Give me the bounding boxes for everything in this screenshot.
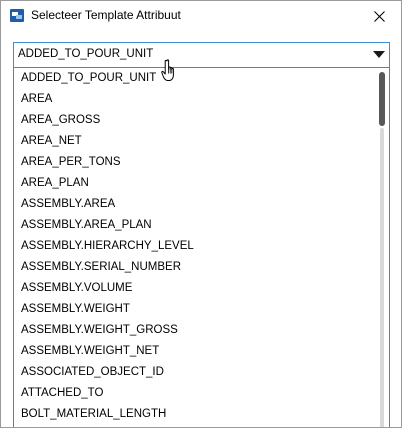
scrollbar-thumb[interactable]	[379, 72, 385, 126]
list-items-container: ADDED_TO_POUR_UNIT AREA AREA_GROSS AREA_NET…	[14, 68, 374, 425]
vertical-scrollbar[interactable]	[375, 68, 389, 427]
list-item[interactable]: ASSEMBLY.WEIGHT	[14, 299, 374, 320]
combobox-selected-value: ADDED_TO_POUR_UNIT	[18, 48, 154, 60]
list-item[interactable]: AREA_GROSS	[14, 110, 374, 131]
list-item[interactable]: ADDED_TO_POUR_UNIT	[14, 68, 374, 89]
list-item[interactable]: AREA_PER_TONS	[14, 152, 374, 173]
hand-pointer-icon	[161, 59, 174, 81]
list-item[interactable]: ASSEMBLY.AREA	[14, 194, 374, 215]
triangle-down-icon[interactable]	[373, 51, 385, 59]
close-button[interactable]	[357, 1, 401, 31]
list-item[interactable]: ASSEMBLY.WEIGHT_NET	[14, 341, 374, 362]
window-title: Selecteer Template Attribuut	[31, 8, 181, 22]
list-item[interactable]: ASSEMBLY.SERIAL_NUMBER	[14, 257, 374, 278]
list-item[interactable]: AREA	[14, 89, 374, 110]
dialog-window: Selecteer Template Attribuut ADDED_TO_PO…	[0, 0, 402, 428]
list-item[interactable]: BOLT_MATERIAL_LENGTH	[14, 404, 374, 425]
attribute-combobox[interactable]: ADDED_TO_POUR_UNIT	[13, 42, 390, 68]
list-item[interactable]: ASSEMBLY.WEIGHT_GROSS	[14, 320, 374, 341]
list-item[interactable]: ATTACHED_TO	[14, 383, 374, 404]
title-bar[interactable]: Selecteer Template Attribuut	[1, 1, 401, 32]
list-item[interactable]: ASSEMBLY.HIERARCHY_LEVEL	[14, 236, 374, 257]
list-item[interactable]: AREA_PLAN	[14, 173, 374, 194]
list-item[interactable]: ASSEMBLY.AREA_PLAN	[14, 215, 374, 236]
dropdown-list[interactable]: ADDED_TO_POUR_UNIT AREA AREA_GROSS AREA_NET…	[13, 67, 390, 427]
list-item[interactable]: AREA_NET	[14, 131, 374, 152]
close-icon	[373, 10, 385, 22]
list-item[interactable]: ASSOCIATED_OBJECT_ID	[14, 362, 374, 383]
app-icon	[10, 9, 24, 22]
list-item[interactable]: ASSEMBLY.VOLUME	[14, 278, 374, 299]
scrollbar-track[interactable]	[380, 128, 384, 427]
